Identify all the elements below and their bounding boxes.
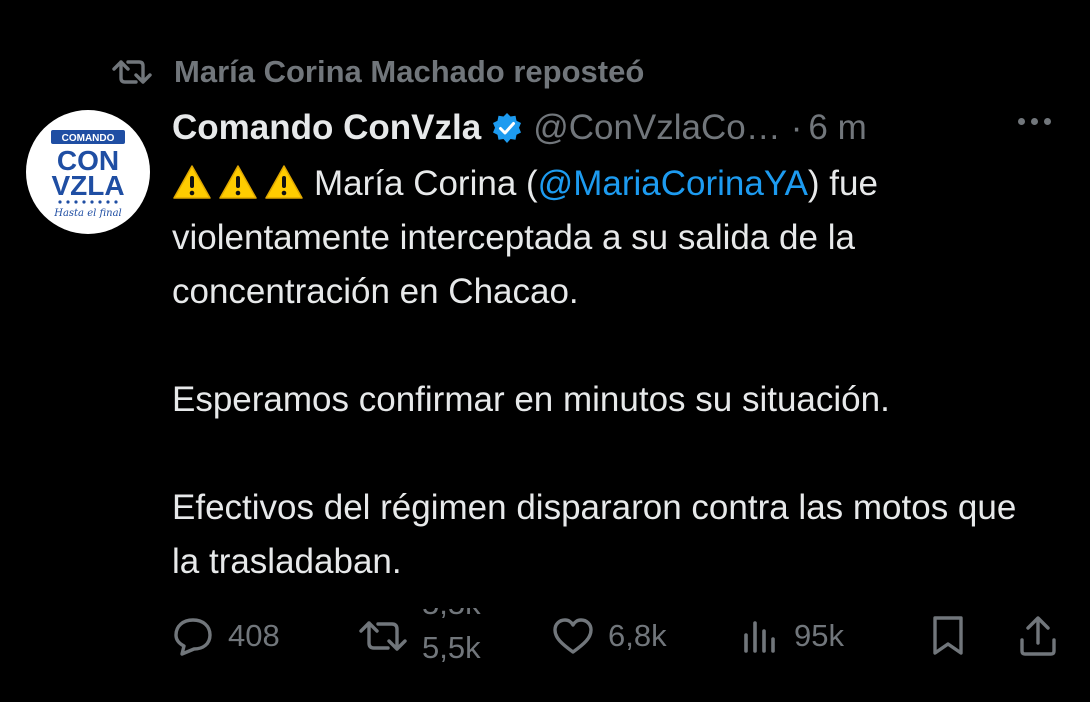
tweet-text: María Corina (@MariaCorinaYA) fue violen… <box>172 157 1052 589</box>
verified-badge-icon <box>491 112 523 144</box>
share-button[interactable] <box>1018 608 1058 664</box>
views-button[interactable]: 95k <box>740 608 844 664</box>
repost-label: María Corina Machado reposteó <box>174 54 645 89</box>
views-icon <box>744 621 775 653</box>
svg-text:Hasta el final: Hasta el final <box>53 208 122 219</box>
warning-icon <box>265 165 303 199</box>
warning-icon <box>173 165 211 199</box>
more-options-icon[interactable] <box>1018 118 1051 125</box>
views-count: 95k <box>794 618 844 653</box>
reply-button[interactable]: 408 <box>172 608 280 664</box>
repost-button[interactable]: 5,5k 5,5k <box>358 608 492 664</box>
repost-indicator[interactable]: María Corina Machado reposteó <box>112 50 644 94</box>
reply-count: 408 <box>228 618 280 653</box>
bookmark-icon <box>933 616 963 655</box>
heart-icon <box>553 618 593 654</box>
svg-text:VZLA: VZLA <box>51 170 124 201</box>
svg-text:COMANDO: COMANDO <box>62 133 115 144</box>
action-bar: 408 5,5k 5,5k 6,8k 9 <box>172 608 1070 664</box>
like-count: 6,8k <box>608 618 667 653</box>
comando-convzla-logo: COMANDO CON VZLA Hasta el final <box>51 130 125 219</box>
warning-icons <box>172 164 304 200</box>
timestamp[interactable]: 6 m <box>808 108 866 148</box>
display-name[interactable]: Comando ConVzla <box>172 108 481 148</box>
repost-icon <box>359 621 407 651</box>
tweet-text-line1-pre: María Corina ( <box>314 164 538 203</box>
tweet-paragraph-1: María Corina (@MariaCorinaYA) fue violen… <box>172 157 1052 319</box>
repost-icon <box>112 60 152 84</box>
tweet-paragraph-3: Efectivos del régimen dispararon contra … <box>172 488 1017 581</box>
separator-dot: · <box>790 108 803 147</box>
tweet-paragraph-2: Esperamos confirmar en minutos su situac… <box>172 380 890 419</box>
reply-icon <box>174 618 212 656</box>
avatar[interactable]: COMANDO CON VZLA Hasta el final <box>26 110 150 234</box>
like-button[interactable]: 6,8k <box>552 608 667 664</box>
repost-count: 5,5k 5,5k <box>422 608 492 664</box>
tweet-header: Comando ConVzla @ConVzlaCo… · 6 m <box>172 104 1090 152</box>
tweet-page: María Corina Machado reposteó COMANDO CO… <box>0 0 1090 702</box>
repost-count-new: 5,5k <box>422 630 481 664</box>
warning-icon <box>219 165 257 199</box>
repost-count-old: 5,5k <box>422 608 481 622</box>
bookmark-button[interactable] <box>930 608 966 664</box>
mention-link[interactable]: @MariaCorinaYA <box>538 164 808 203</box>
user-handle[interactable]: @ConVzlaCo… <box>533 108 781 148</box>
share-icon <box>1020 616 1056 656</box>
